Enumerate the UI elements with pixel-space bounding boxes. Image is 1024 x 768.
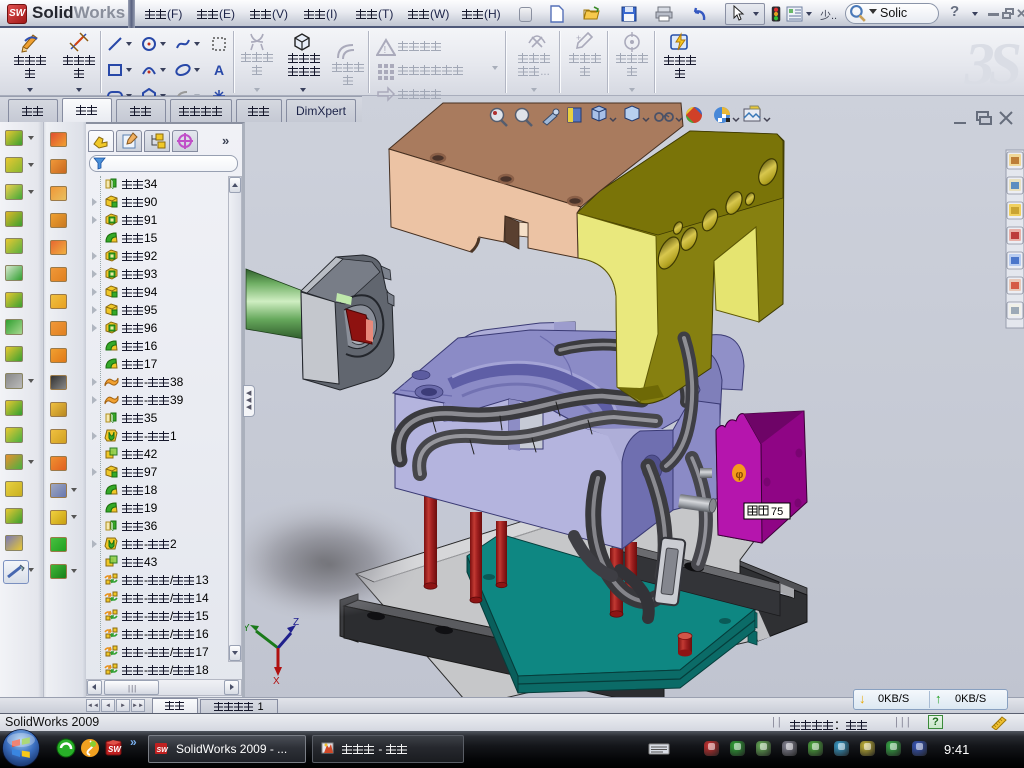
svg-text:SW: SW — [108, 745, 122, 754]
svg-text:Z: Z — [293, 617, 299, 628]
svg-text:!: ! — [384, 45, 387, 56]
svg-text:A: A — [214, 62, 224, 78]
svg-text:+: + — [576, 33, 581, 43]
svg-text:φ: φ — [736, 469, 744, 481]
svg-text:75: 75 — [771, 506, 783, 518]
svg-text:X: X — [273, 676, 280, 687]
svg-text:SW: SW — [157, 747, 170, 754]
